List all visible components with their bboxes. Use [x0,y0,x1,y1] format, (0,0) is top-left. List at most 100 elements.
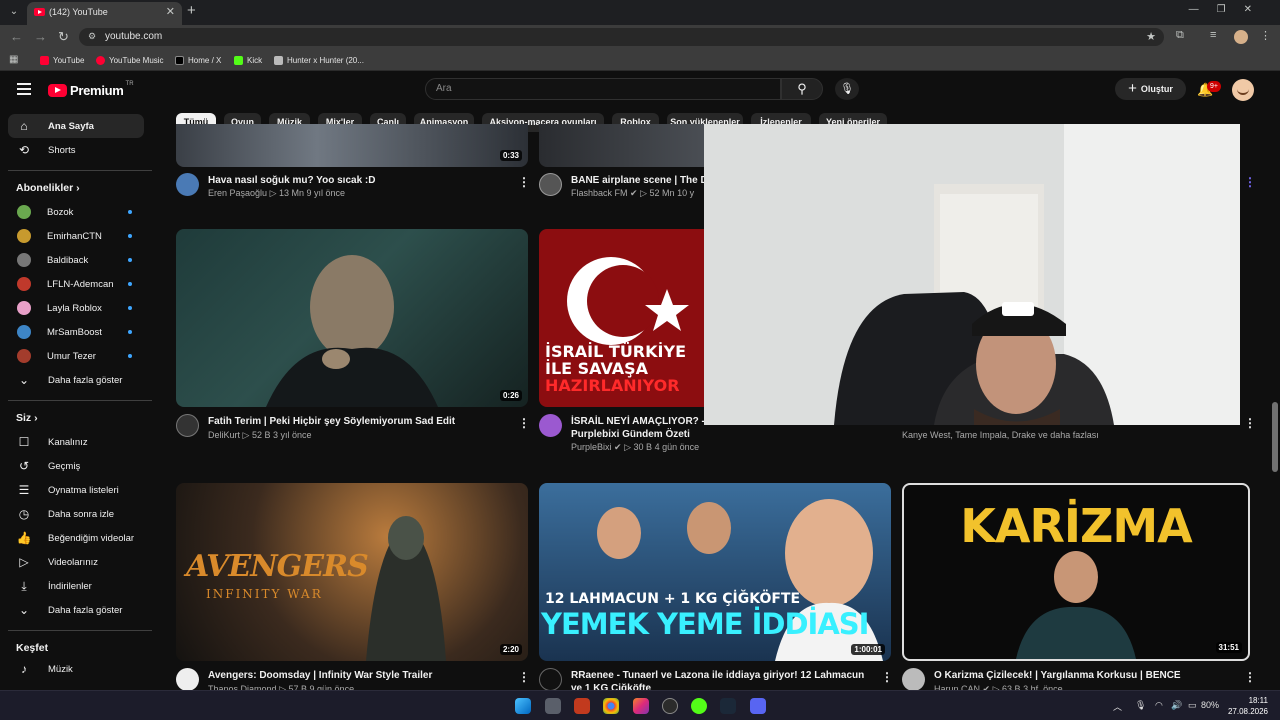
app-icon[interactable] [574,698,590,714]
sidebar-item-sub-bozok[interactable]: Bozok [8,200,144,224]
tab-search-button[interactable]: ⌄ [4,3,24,21]
sidebar-item-sub-baldiback[interactable]: Baldiback [8,248,144,272]
close-window-icon[interactable]: ✕ [1244,4,1270,15]
video-thumbnail[interactable] [539,124,709,167]
media-icon[interactable]: ≡ [1210,29,1216,41]
sidebar-item-liked[interactable]: 👍 Beğendiğim videolar [8,526,144,550]
channel-avatar[interactable] [539,414,562,437]
channel-name[interactable]: DeliKurt [208,430,240,440]
channel-avatar[interactable] [539,173,562,196]
kick-app-icon[interactable] [691,698,707,714]
sidebar-item-shorts[interactable]: ⟲ Shorts [8,138,144,162]
youtube-premium-logo[interactable]: Premium TR [48,81,134,98]
instagram-icon[interactable] [633,698,649,714]
video-options-icon[interactable]: ⋮ [1244,416,1256,430]
video-title-line2[interactable]: Purplebixi Gündem Özeti [571,428,704,441]
channel-avatar[interactable] [539,668,562,691]
site-info-icon[interactable]: ⚙ [88,31,96,42]
video-title[interactable]: Fatih Terim | Peki Hiçbir şey Söylemiyor… [208,415,508,428]
task-view-icon[interactable] [545,698,561,714]
sidebar-item-downloads[interactable]: ⤓ İndirilenler [8,574,144,598]
browser-menu-icon[interactable]: ⋮ [1260,29,1271,42]
sidebar-item-watch-later[interactable]: ◷ Daha sonra izle [8,502,144,526]
video-thumbnail[interactable]: 12 LAHMACUN + 1 KG ÇİĞKÖFTE YEMEK YEME İ… [539,483,891,661]
bookmark-kick[interactable]: Kick [234,54,262,66]
video-title[interactable]: Avengers: Doomsday | Infinity War Style … [208,669,508,682]
tab-close-icon[interactable]: ✕ [166,5,175,18]
sidebar-item-sub-mrsamboost[interactable]: MrSamBoost [8,320,144,344]
video-options-icon[interactable]: ⋮ [518,416,530,430]
account-avatar[interactable] [1232,79,1254,101]
address-bar[interactable]: ⚙ youtube.com ★ [79,28,1164,46]
reload-icon[interactable]: ↻ [58,29,69,45]
create-button[interactable]: + Oluştur [1115,78,1186,100]
tray-mic-icon[interactable]: 🎙 [1135,700,1146,711]
sidebar-item-you-more[interactable]: ⌄ Daha fazla göster [8,598,144,622]
you-heading[interactable]: Siz › [16,412,38,424]
chrome-icon[interactable] [603,698,619,714]
video-options-icon[interactable]: ⋮ [518,175,530,189]
steam-icon[interactable] [720,698,736,714]
video-options-icon[interactable]: ⋮ [1244,175,1256,189]
channel-name[interactable]: Eren Paşaoğlu [208,188,267,198]
sidebar-item-subs-more[interactable]: ⌄ Daha fazla göster [8,368,144,392]
sidebar-item-home[interactable]: ⌂ Ana Sayfa [8,114,144,138]
video-title[interactable]: Hava nasıl soğuk mu? Yoo sıcak :D [208,174,508,187]
menu-icon[interactable] [17,83,31,95]
channel-name[interactable]: Flashback FM [571,188,628,198]
video-options-icon[interactable]: ⋮ [518,670,530,684]
sidebar-item-sub-lfln[interactable]: LFLN-Ademcan [8,272,144,296]
voice-search-button[interactable]: 🎙 [835,78,859,100]
tray-chevron-icon[interactable]: ︿ [1113,700,1122,713]
channel-avatar[interactable] [176,173,199,196]
video-options-icon[interactable]: ⋮ [881,670,893,684]
browser-profile-avatar[interactable] [1234,30,1248,44]
video-thumbnail[interactable]: KARİZMA 31:51 [902,483,1250,661]
sidebar-item-music[interactable]: ♪ Müzik [8,657,144,681]
app-icon[interactable] [662,698,678,714]
bookmark-youtube[interactable]: YouTube [40,54,84,66]
video-title[interactable]: BANE airplane scene | The D [571,174,704,187]
forward-icon[interactable]: → [34,29,47,44]
page-scrollbar[interactable] [1270,72,1280,690]
bookmark-youtube-music[interactable]: YouTube Music [96,54,164,66]
battery-icon[interactable]: ▭ [1188,700,1197,711]
sidebar-item-playlists[interactable]: ☰ Oynatma listeleri [8,478,144,502]
restore-icon[interactable]: ❐ [1217,4,1244,15]
volume-icon[interactable]: 🔊 [1171,700,1182,711]
subscriptions-heading[interactable]: Abonelikler › [16,182,80,194]
video-title[interactable]: İSRAİL NEYİ AMAÇLIYOR? - [571,415,704,428]
minimize-icon[interactable]: — [1189,4,1217,15]
discord-icon[interactable] [750,698,766,714]
sidebar-item-sub-layla[interactable]: Layla Roblox [8,296,144,320]
browser-tab[interactable]: (142) YouTube ✕ [27,2,182,25]
video-thumbnail[interactable]: AVENGERS INFINITY WAR 2:20 [176,483,528,661]
channel-avatar[interactable] [176,414,199,437]
new-tab-button[interactable]: + [187,3,196,19]
back-icon[interactable]: ← [10,29,23,44]
bookmark-star-icon[interactable]: ★ [1146,30,1156,43]
video-thumbnail[interactable]: İSRAİL TÜRKİYE İLE SAVAŞA HAZIRLANIYOR [539,229,709,407]
start-icon[interactable] [515,698,531,714]
video-thumbnail[interactable]: 0:33 [176,124,528,167]
clock[interactable]: 18:11 27.08.2026 [1228,695,1268,717]
channel-avatar[interactable] [902,668,925,691]
search-input[interactable]: Ara [425,78,781,100]
bookmark-hunter[interactable]: Hunter x Hunter (20... [274,54,364,66]
bookmark-x[interactable]: Home / X [175,54,221,66]
extensions-icon[interactable]: ⧉ [1176,29,1184,42]
wifi-icon[interactable]: ◠ [1155,700,1163,711]
scrollbar-thumb[interactable] [1272,402,1278,472]
channel-avatar[interactable] [176,668,199,691]
video-title[interactable]: RRaenee - Tunaerl ve Lazona ile iddiaya … [571,669,871,682]
search-button[interactable]: ⚲ [781,78,823,100]
sidebar-item-your-videos[interactable]: ▷ Videolarınız [8,550,144,574]
sidebar-item-history[interactable]: ↺ Geçmiş [8,454,144,478]
video-title[interactable]: O Karizma Çizilecek! | Yargılanma Korkus… [934,669,1234,682]
sidebar-item-sub-umurtezer[interactable]: Umur Tezer [8,344,144,368]
apps-grid-icon[interactable]: ▦ [9,54,18,65]
channel-name[interactable]: PurpleBixi [571,442,612,452]
url-text[interactable]: youtube.com [105,31,162,42]
sidebar-item-sub-emirhanctn[interactable]: EmirhanCTN [8,224,144,248]
video-options-icon[interactable]: ⋮ [1244,670,1256,684]
